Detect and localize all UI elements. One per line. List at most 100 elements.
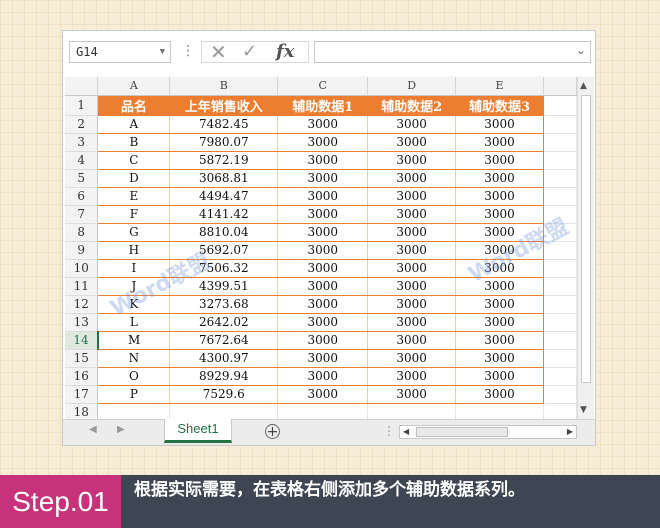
chevron-down-icon[interactable]: ▼ [160, 42, 165, 62]
prev-sheet-icon[interactable]: ◀ [89, 424, 97, 435]
empty-cell[interactable] [543, 151, 577, 170]
table-cell[interactable]: 3000 [455, 367, 545, 386]
table-cell[interactable]: 3000 [367, 349, 457, 368]
table-header-cell[interactable]: 辅助数据1 [277, 95, 369, 116]
table-cell[interactable]: 3000 [367, 313, 457, 332]
table-cell[interactable]: 3000 [367, 187, 457, 206]
table-cell[interactable]: 3000 [367, 295, 457, 314]
table-cell[interactable]: 3000 [277, 385, 369, 404]
formula-input[interactable]: ⌄ [314, 41, 591, 63]
table-cell[interactable]: 3000 [277, 259, 369, 278]
column-header[interactable]: B [169, 77, 279, 96]
empty-cell[interactable] [543, 169, 577, 188]
table-cell[interactable]: 2642.02 [169, 313, 279, 332]
table-cell[interactable]: 3000 [367, 277, 457, 296]
table-cell[interactable]: 3000 [455, 331, 545, 350]
table-cell[interactable]: K [97, 295, 171, 314]
table-cell[interactable]: 3000 [367, 331, 457, 350]
table-cell[interactable]: 3068.81 [169, 169, 279, 188]
table-cell[interactable]: 3000 [277, 223, 369, 242]
table-cell[interactable]: 7529.6 [169, 385, 279, 404]
table-cell[interactable]: 3000 [277, 169, 369, 188]
table-cell[interactable]: 3000 [367, 241, 457, 260]
column-header[interactable]: A [97, 77, 171, 96]
empty-cell[interactable] [543, 331, 577, 350]
table-cell[interactable]: E [97, 187, 171, 206]
vertical-scrollbar[interactable]: ▲ ▼ [577, 77, 594, 419]
table-cell[interactable]: N [97, 349, 171, 368]
table-cell[interactable]: 3000 [277, 115, 369, 134]
row-header[interactable]: 8 [65, 223, 99, 242]
cancel-icon[interactable]: ✕ [210, 42, 227, 62]
empty-cell[interactable] [543, 349, 577, 368]
table-cell[interactable]: 7482.45 [169, 115, 279, 134]
row-header[interactable]: 5 [65, 169, 99, 188]
row-header[interactable]: 3 [65, 133, 99, 152]
table-cell[interactable]: 3000 [277, 331, 369, 350]
column-header[interactable]: C [277, 77, 369, 96]
select-all-corner[interactable] [65, 77, 99, 96]
table-header-cell[interactable]: 上年销售收入 [169, 95, 279, 116]
table-cell[interactable]: J [97, 277, 171, 296]
row-header[interactable]: 11 [65, 277, 99, 296]
table-cell[interactable]: 3000 [367, 169, 457, 188]
expand-formula-icon[interactable]: ⌄ [576, 43, 586, 57]
table-cell[interactable]: 3000 [455, 295, 545, 314]
table-cell[interactable]: 3000 [367, 223, 457, 242]
table-cell[interactable]: M [97, 331, 171, 350]
table-cell[interactable]: 3000 [455, 223, 545, 242]
empty-cell[interactable] [543, 403, 577, 419]
table-cell[interactable]: 8929.94 [169, 367, 279, 386]
empty-cell[interactable] [543, 367, 577, 386]
table-cell[interactable]: 3000 [367, 367, 457, 386]
scroll-down-icon[interactable]: ▼ [580, 405, 587, 415]
table-cell[interactable]: P [97, 385, 171, 404]
table-cell[interactable]: 5692.07 [169, 241, 279, 260]
table-cell[interactable]: 3000 [455, 169, 545, 188]
table-cell[interactable]: 4399.51 [169, 277, 279, 296]
horizontal-scrollbar[interactable]: ◀ ▶ [399, 425, 577, 439]
empty-cell[interactable] [543, 115, 577, 134]
table-cell[interactable]: 7980.07 [169, 133, 279, 152]
table-cell[interactable]: C [97, 151, 171, 170]
row-header[interactable]: 18 [65, 403, 99, 419]
empty-cell[interactable] [543, 259, 577, 278]
table-cell[interactable]: G [97, 223, 171, 242]
table-cell[interactable]: 3000 [277, 205, 369, 224]
empty-cell[interactable] [455, 403, 545, 419]
row-header[interactable]: 1 [65, 95, 99, 116]
table-cell[interactable]: 7672.64 [169, 331, 279, 350]
scroll-right-icon[interactable]: ▶ [567, 426, 573, 438]
empty-cell[interactable] [277, 403, 369, 419]
empty-cell[interactable] [543, 241, 577, 260]
table-cell[interactable]: 3000 [277, 349, 369, 368]
column-header[interactable]: E [455, 77, 545, 96]
row-header[interactable]: 14 [65, 331, 99, 350]
name-box[interactable]: G14 ▼ [69, 41, 171, 63]
empty-cell[interactable] [543, 295, 577, 314]
vertical-scroll-thumb[interactable] [581, 95, 591, 383]
more-icon[interactable]: ⋮ [383, 424, 395, 438]
table-cell[interactable]: 3000 [367, 385, 457, 404]
table-header-cell[interactable]: 辅助数据3 [455, 95, 545, 116]
table-cell[interactable]: 3000 [455, 187, 545, 206]
horizontal-scroll-thumb[interactable] [416, 427, 508, 437]
row-header[interactable]: 13 [65, 313, 99, 332]
table-cell[interactable]: H [97, 241, 171, 260]
table-cell[interactable]: 3000 [455, 385, 545, 404]
table-cell[interactable]: 3000 [455, 151, 545, 170]
row-header[interactable]: 4 [65, 151, 99, 170]
empty-cell[interactable] [543, 277, 577, 296]
empty-cell[interactable] [543, 95, 577, 116]
table-cell[interactable]: 3000 [277, 133, 369, 152]
table-cell[interactable]: I [97, 259, 171, 278]
column-header[interactable]: D [367, 77, 457, 96]
table-cell[interactable]: 4141.42 [169, 205, 279, 224]
table-cell[interactable]: 3000 [455, 313, 545, 332]
row-header[interactable]: 15 [65, 349, 99, 368]
table-cell[interactable]: 3000 [277, 277, 369, 296]
table-cell[interactable]: A [97, 115, 171, 134]
empty-cell[interactable] [543, 313, 577, 332]
row-header[interactable]: 16 [65, 367, 99, 386]
more-icon[interactable]: ⋮ [181, 43, 195, 59]
